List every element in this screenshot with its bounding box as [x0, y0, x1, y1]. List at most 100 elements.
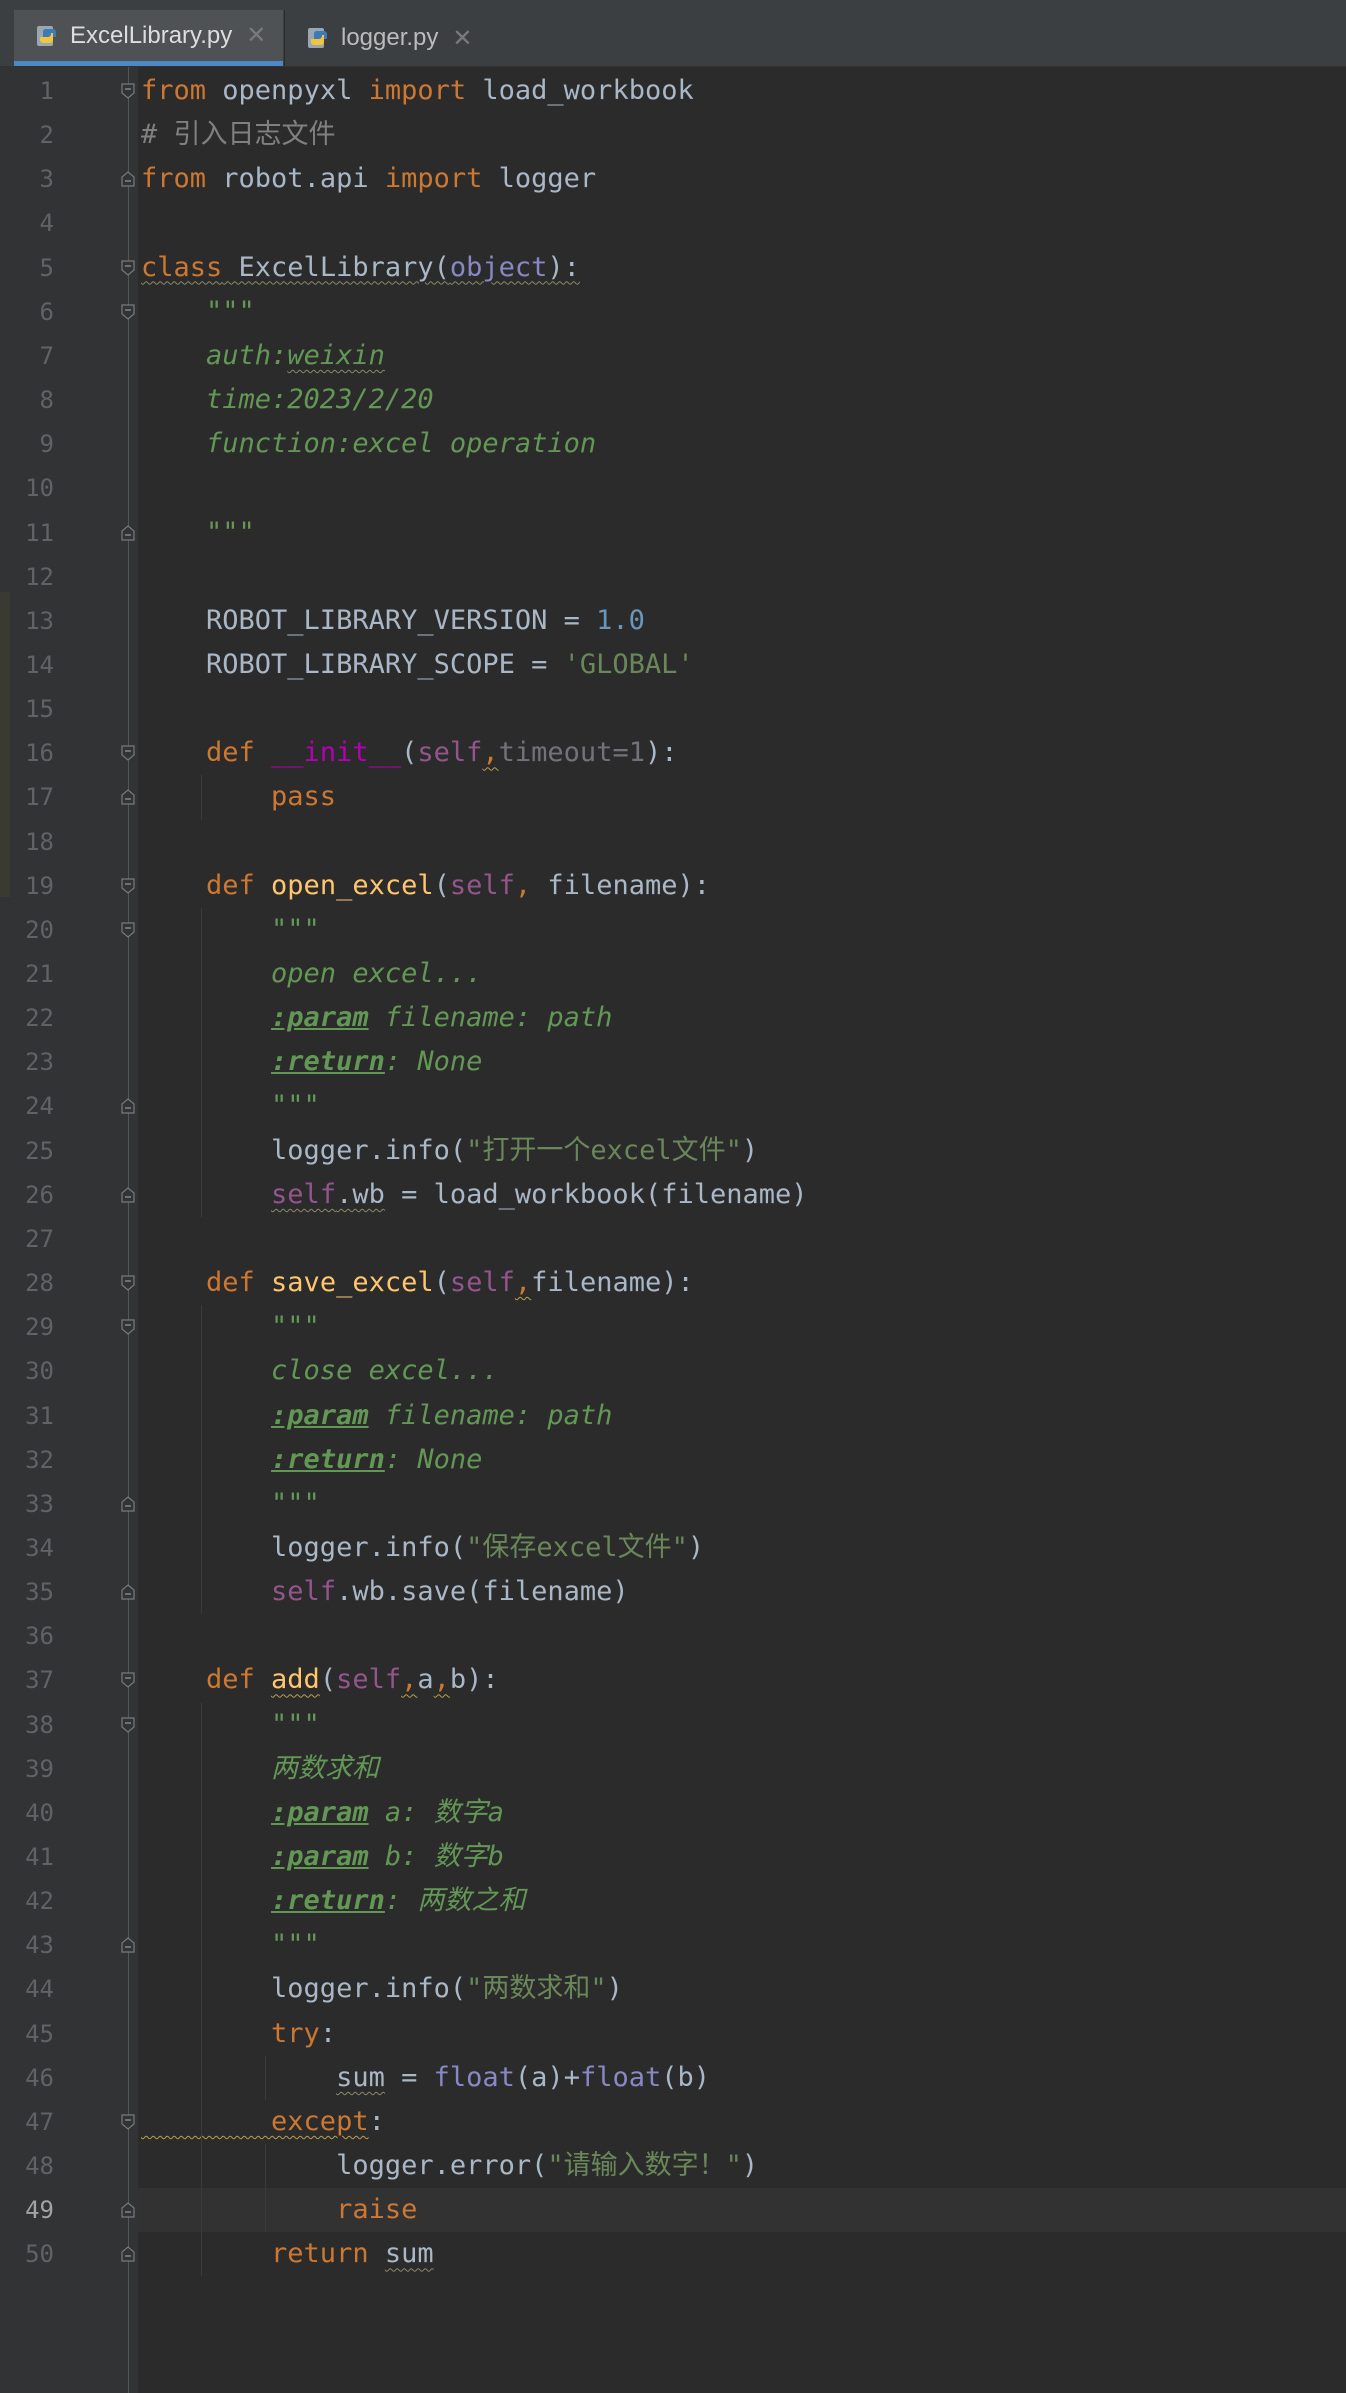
code-editor[interactable]: 1 from openpyxl import load_workbook 2 # 引入… — [0, 67, 1346, 2393]
fold-end-icon[interactable] — [121, 1496, 135, 1512]
fold-collapse-icon[interactable] — [121, 83, 135, 99]
code-token: 'GLOBAL' — [563, 648, 694, 680]
code-line[interactable]: 4 — [0, 201, 1346, 245]
code-line[interactable]: 28 def save_excel(self,filename): — [0, 1261, 1346, 1305]
code-token: filename: path — [368, 1002, 613, 1034]
code-line[interactable]: 6 """ — [0, 290, 1346, 334]
code-text: :param a: 数字a — [141, 1791, 504, 1835]
indent-guide — [201, 1702, 202, 2277]
indent-guide — [201, 907, 202, 1217]
code-text: from robot.api import logger — [141, 157, 596, 201]
fold-end-icon[interactable] — [121, 1186, 135, 1203]
code-line[interactable]: 18 — [0, 820, 1346, 864]
code-text: ROBOT_LIBRARY_VERSION = 1.0 — [141, 599, 645, 643]
close-icon[interactable]: ✕ — [246, 21, 266, 50]
code-text: logger.info("打开一个excel文件") — [141, 1129, 758, 1173]
code-line[interactable]: 2 # 引入日志文件 — [0, 113, 1346, 157]
fold-collapse-icon[interactable] — [121, 304, 135, 320]
code-token: """ — [141, 1708, 320, 1740]
code-token: = load_workbook(filename) — [384, 1178, 808, 1210]
code-token: sum — [336, 2061, 385, 2093]
code-token: """ — [141, 1090, 320, 1122]
code-line[interactable]: 9 function:excel operation — [0, 422, 1346, 466]
code-token: , — [482, 737, 499, 769]
fold-end-icon[interactable] — [121, 2246, 135, 2262]
code-token: float — [579, 2061, 662, 2093]
code-line[interactable]: 16 def __init__(self,timeout=1): — [0, 731, 1346, 775]
code-text: time:2023/2/20 — [141, 378, 434, 422]
fold-end-icon[interactable] — [121, 789, 135, 805]
fold-end-icon[interactable] — [121, 1937, 135, 1953]
code-line[interactable]: 15 — [0, 687, 1346, 731]
line-number: 36 — [25, 1622, 54, 1651]
code-text: from openpyxl import load_workbook — [141, 69, 694, 113]
code-token: from — [141, 163, 207, 195]
code-line[interactable]: 3 from robot.api import logger — [0, 157, 1346, 201]
code-token: from — [141, 75, 207, 106]
code-token: a — [417, 1664, 434, 1696]
editor-tab-bar: ExcelLibrary.py ✕ logger.py ✕ — [0, 10, 1346, 67]
tab-excellibrary[interactable]: ExcelLibrary.py ✕ — [14, 10, 283, 66]
line-number: 32 — [25, 1445, 54, 1474]
fold-collapse-icon[interactable] — [121, 2114, 135, 2130]
line-number: 43 — [25, 1931, 54, 1960]
code-text: open excel... — [141, 952, 482, 996]
fold-end-icon[interactable] — [121, 1584, 135, 1600]
fold-collapse-icon[interactable] — [121, 1275, 135, 1291]
code-text: raise — [141, 2188, 417, 2232]
code-token: ) — [741, 1134, 759, 1166]
code-token: :return — [271, 1443, 385, 1475]
line-number: 1 — [39, 77, 54, 105]
fold-collapse-icon[interactable] — [121, 259, 135, 276]
tab-logger[interactable]: logger.py ✕ — [285, 10, 500, 66]
code-token: : — [368, 2105, 385, 2137]
code-token: ( — [433, 869, 450, 901]
code-line[interactable]: 10 — [0, 466, 1346, 510]
python-file-icon — [34, 23, 60, 49]
code-line[interactable]: 5 class ExcelLibrary(object): — [0, 246, 1346, 290]
code-line[interactable]: 19 def open_excel(self, filename): — [0, 864, 1346, 908]
code-token: logger — [482, 163, 597, 195]
code-token: """ — [141, 1929, 320, 1961]
code-line[interactable]: 13 ROBOT_LIBRARY_VERSION = 1.0 — [0, 599, 1346, 643]
fold-collapse-icon[interactable] — [121, 1319, 135, 1335]
indent-guide — [265, 2144, 266, 2233]
fold-collapse-icon[interactable] — [121, 922, 135, 938]
fold-end-icon[interactable] — [121, 524, 135, 541]
code-text: """ — [141, 1482, 320, 1526]
fold-end-icon[interactable] — [121, 2202, 135, 2218]
code-line[interactable]: 1 from openpyxl import load_workbook — [0, 69, 1346, 113]
fold-collapse-icon[interactable] — [121, 745, 135, 762]
code-line[interactable]: 37 def add(self,a,b): — [0, 1658, 1346, 1702]
code-text: """ — [141, 908, 320, 952]
code-token: ROBOT_LIBRARY_VERSION = — [141, 604, 597, 636]
indent-guide — [201, 775, 202, 820]
fold-collapse-icon[interactable] — [121, 1672, 135, 1689]
code-text: :param filename: path — [141, 996, 612, 1040]
fold-end-icon[interactable] — [121, 1098, 135, 1115]
line-number: 19 — [25, 871, 54, 900]
line-number: 48 — [25, 2152, 54, 2181]
code-line[interactable]: 7 auth:weixin — [0, 334, 1346, 378]
line-number: 23 — [25, 1048, 54, 1077]
code-line[interactable]: 14 ROBOT_LIBRARY_SCOPE = 'GLOBAL' — [0, 643, 1346, 687]
close-icon[interactable]: ✕ — [452, 24, 472, 53]
code-token: timeout=1 — [498, 737, 645, 769]
code-token: ): — [644, 737, 678, 769]
code-text: def add(self,a,b): — [141, 1658, 499, 1702]
code-line[interactable]: 27 — [0, 1217, 1346, 1261]
fold-end-icon[interactable] — [121, 171, 135, 187]
code-line[interactable]: 12 — [0, 555, 1346, 599]
code-token: try — [141, 2017, 320, 2049]
fold-collapse-icon[interactable] — [121, 1716, 135, 1733]
code-line[interactable]: 36 — [0, 1614, 1346, 1658]
code-line[interactable]: 11 """ — [0, 511, 1346, 555]
fold-collapse-icon[interactable] — [121, 878, 135, 894]
line-number: 16 — [25, 739, 54, 768]
code-token: :param — [271, 1002, 369, 1034]
code-line[interactable]: 8 time:2023/2/20 — [0, 378, 1346, 422]
code-token: close excel... — [141, 1355, 499, 1387]
